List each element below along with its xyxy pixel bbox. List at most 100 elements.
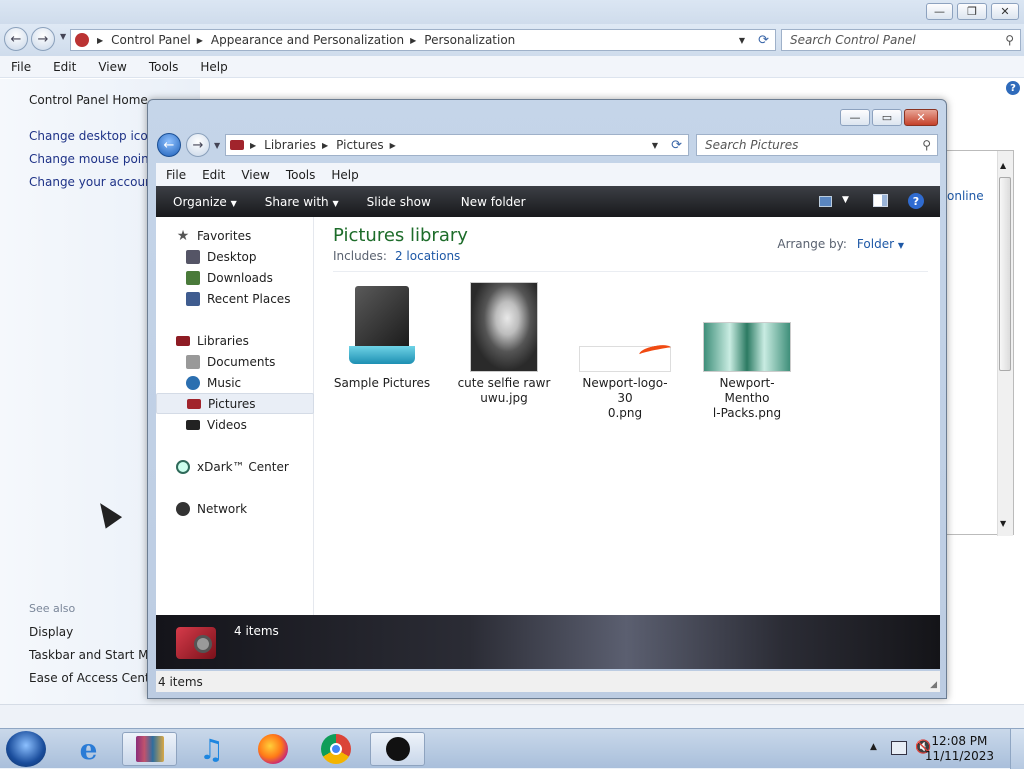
preview-pane-icon[interactable]	[873, 194, 888, 207]
explorer-forward-button[interactable]: →	[186, 133, 210, 157]
internet-explorer-taskbar-button[interactable]: e	[61, 732, 116, 766]
address-bar[interactable]: ▶ Control Panel ▶ Appearance and Persona…	[70, 29, 776, 51]
firefox-taskbar-button[interactable]	[245, 732, 300, 766]
menu-tools[interactable]: Tools	[149, 60, 179, 74]
nav-downloads[interactable]: Downloads	[156, 267, 314, 288]
pictures-icon	[187, 398, 201, 409]
clock[interactable]: 12:08 PM 11/11/2023	[925, 734, 994, 764]
menu-file[interactable]: File	[11, 60, 31, 74]
breadcrumb-arrow-icon[interactable]: ▶	[250, 141, 256, 150]
breadcrumb-control-panel[interactable]: Control Panel	[111, 33, 191, 47]
breadcrumb-personalization[interactable]: Personalization	[424, 33, 515, 47]
nav-pictures[interactable]: Pictures	[156, 393, 314, 414]
resize-grip-icon[interactable]: ◢	[930, 680, 937, 690]
nav-libraries[interactable]: Libraries	[156, 330, 314, 351]
change-mouse-pointers-link[interactable]: Change mouse pointe	[29, 152, 161, 166]
scroll-up-icon[interactable]: ▲	[1000, 161, 1006, 170]
menu-view[interactable]: View	[241, 168, 269, 182]
breadcrumb-pictures[interactable]: Pictures	[336, 138, 384, 152]
breadcrumb-libraries[interactable]: Libraries	[264, 138, 316, 152]
view-options-chevron-icon[interactable]: ▼	[842, 195, 849, 205]
scroll-thumb[interactable]	[999, 177, 1011, 371]
breadcrumb-arrow-icon[interactable]: ▶	[410, 36, 416, 45]
menu-edit[interactable]: Edit	[202, 168, 225, 182]
explorer-close-button[interactable]: ✕	[904, 109, 938, 126]
search-input[interactable]: Search Control Panel ⚲	[781, 29, 1021, 51]
share-with-button[interactable]: Share with ▼	[265, 195, 339, 209]
explorer-address-bar[interactable]: ▶ Libraries ▶ Pictures ▶ ▼ ⟳	[225, 134, 689, 156]
menu-help[interactable]: Help	[331, 168, 358, 182]
show-desktop-button[interactable]	[1010, 729, 1024, 769]
menu-file[interactable]: File	[166, 168, 186, 182]
control-panel-icon	[75, 33, 89, 47]
nav-documents[interactable]: Documents	[156, 351, 314, 372]
chrome-taskbar-button[interactable]	[308, 732, 363, 766]
restore-button[interactable]: ❐	[957, 3, 987, 20]
back-button[interactable]: ←	[4, 27, 28, 51]
minimize-button[interactable]: —	[926, 3, 953, 20]
network-tray-icon[interactable]	[891, 741, 907, 755]
help-icon[interactable]: ?	[1006, 81, 1020, 95]
itunes-taskbar-button[interactable]: ♫	[184, 732, 239, 766]
nav-favorites-label: Favorites	[197, 228, 252, 243]
forward-button[interactable]: →	[31, 27, 55, 51]
includes-locations-link[interactable]: 2 locations	[395, 249, 460, 263]
start-button[interactable]	[6, 731, 46, 767]
nav-desktop[interactable]: Desktop	[156, 246, 314, 267]
breadcrumb-arrow-icon[interactable]: ▶	[197, 36, 203, 45]
address-dropdown-icon[interactable]: ▼	[652, 141, 658, 150]
status-item-count: 4 items	[158, 674, 203, 689]
control-panel-home-link[interactable]: Control Panel Home	[29, 93, 148, 107]
menu-view[interactable]: View	[98, 60, 126, 74]
organize-button[interactable]: Organize ▼	[173, 195, 237, 209]
recent-locations-chevron-icon[interactable]: ▼	[214, 141, 220, 150]
breadcrumb-arrow-icon[interactable]: ▶	[390, 141, 396, 150]
show-hidden-icons-button[interactable]: ▲	[870, 742, 877, 752]
help-icon[interactable]: ?	[908, 193, 924, 209]
explorer-back-button[interactable]: ←	[157, 133, 181, 157]
file-item[interactable]: cute selfie rawr uwu.jpg	[454, 282, 554, 406]
change-desktop-icons-link[interactable]: Change desktop icons	[29, 129, 162, 143]
explorer-minimize-button[interactable]: —	[840, 109, 870, 126]
recent-pages-chevron-icon[interactable]: ▼	[60, 32, 66, 41]
explorer-maximize-button[interactable]: ▭	[872, 109, 902, 126]
nav-music[interactable]: Music	[156, 372, 314, 393]
breadcrumb-appearance[interactable]: Appearance and Personalization	[211, 33, 404, 47]
nav-network[interactable]: Network	[156, 498, 314, 519]
file-item[interactable]: Newport-logo-30 0.png	[575, 282, 675, 421]
winrar-taskbar-button[interactable]	[122, 732, 177, 766]
display-link[interactable]: Display	[29, 625, 73, 639]
nav-videos[interactable]: Videos	[156, 414, 314, 435]
nav-xdark-center[interactable]: xDark™ Center	[156, 456, 314, 477]
change-view-icon[interactable]	[819, 196, 832, 207]
nav-recent-places[interactable]: Recent Places	[156, 288, 314, 309]
winrar-icon	[135, 736, 164, 762]
search-icon[interactable]: ⚲	[922, 138, 931, 152]
menu-help[interactable]: Help	[200, 60, 227, 74]
search-icon[interactable]: ⚲	[1005, 33, 1014, 47]
xdark-taskbar-button[interactable]	[370, 732, 425, 766]
scroll-down-icon[interactable]: ▼	[1000, 519, 1006, 528]
file-item[interactable]: Newport-Mentho l-Packs.png	[697, 282, 797, 421]
explorer-content: ★ Favorites Desktop Downloads Recent Plac…	[156, 217, 940, 615]
menu-edit[interactable]: Edit	[53, 60, 76, 74]
refresh-icon[interactable]: ⟳	[671, 138, 682, 153]
file-item[interactable]: Sample Pictures	[332, 282, 432, 391]
refresh-icon[interactable]: ⟳	[758, 33, 769, 48]
arrange-by-dropdown[interactable]: Folder ▼	[857, 237, 904, 251]
ease-of-access-link[interactable]: Ease of Access Center	[29, 671, 162, 685]
taskbar-start-menu-link[interactable]: Taskbar and Start Men	[29, 648, 163, 662]
get-more-themes-online-link[interactable]: online	[947, 189, 984, 203]
explorer-search-input[interactable]: Search Pictures ⚲	[696, 134, 938, 156]
close-button[interactable]: ✕	[991, 3, 1019, 20]
address-dropdown-icon[interactable]: ▼	[739, 36, 745, 45]
vertical-scrollbar[interactable]: ▲ ▼	[997, 151, 1013, 536]
control-panel-menubar: File Edit View Tools Help	[0, 56, 1024, 78]
nav-favorites[interactable]: ★ Favorites	[156, 225, 314, 246]
downloads-icon	[186, 270, 200, 285]
new-folder-button[interactable]: New folder	[461, 195, 526, 209]
breadcrumb-arrow-icon[interactable]: ▶	[322, 141, 328, 150]
slide-show-button[interactable]: Slide show	[367, 195, 431, 209]
change-account-picture-link[interactable]: Change your account	[29, 175, 157, 189]
menu-tools[interactable]: Tools	[286, 168, 316, 182]
